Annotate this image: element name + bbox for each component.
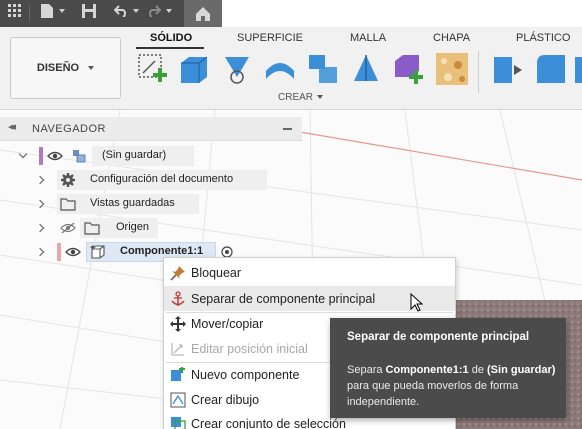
expand-chevron-down-icon[interactable] bbox=[18, 149, 28, 159]
redo-icon[interactable] bbox=[145, 4, 163, 22]
component-icon bbox=[90, 245, 105, 259]
quick-access-bar bbox=[0, 0, 222, 27]
pin-icon bbox=[170, 266, 185, 281]
tooltip-text-component: Componente1:1 bbox=[385, 364, 469, 376]
expand-chevron-right-icon[interactable] bbox=[35, 175, 45, 185]
file-icon[interactable] bbox=[38, 4, 56, 22]
selection-set-icon bbox=[171, 417, 186, 429]
menu-item-label: Mover/copiar bbox=[191, 317, 264, 331]
folder-icon bbox=[60, 198, 76, 211]
move-icon bbox=[170, 316, 186, 332]
expand-chevron-right-icon[interactable] bbox=[35, 199, 45, 209]
tree-row-origin[interactable]: Origen bbox=[0, 218, 302, 238]
component-label: Componente1:1 bbox=[120, 245, 204, 257]
hidden-eye-icon[interactable] bbox=[60, 222, 76, 234]
loft-icon[interactable] bbox=[305, 51, 341, 87]
minimize-icon[interactable] bbox=[283, 128, 292, 130]
assembly-icon bbox=[73, 150, 86, 163]
drawing-icon bbox=[170, 392, 186, 408]
tooltip-body: Separa Componente1:1 de (Sin guardar) pa… bbox=[347, 362, 557, 410]
home-icon bbox=[196, 7, 210, 21]
create-sketch-icon[interactable] bbox=[135, 51, 171, 87]
create-group-text: CREAR bbox=[278, 92, 314, 103]
create-chevron-down-icon bbox=[317, 95, 324, 100]
toolbar-divider bbox=[478, 51, 479, 93]
workspace-label: DISEÑO bbox=[36, 62, 80, 74]
tab-solido[interactable]: SÓLIDO bbox=[150, 32, 192, 44]
ribbon-toolbar: DISEÑO SÓLIDO SUPERFICIE MALLA CHAPA PLÁ… bbox=[0, 27, 582, 110]
tooltip-text-prefix: Separa bbox=[347, 364, 386, 376]
menu-item-label: Separar de componente principal bbox=[191, 292, 376, 306]
anchor-icon bbox=[171, 291, 185, 306]
visibility-eye-icon[interactable] bbox=[65, 246, 81, 258]
folder-icon bbox=[84, 222, 100, 235]
navigator-title: NAVEGADOR bbox=[32, 123, 106, 135]
new-body-icon[interactable] bbox=[391, 51, 427, 87]
menu-item-label: Crear dibujo bbox=[191, 393, 260, 407]
redo-chevron-down-icon[interactable] bbox=[166, 9, 172, 13]
tooltip: Separar de componente principal Separa C… bbox=[330, 318, 566, 418]
expand-chevron-right-icon[interactable] bbox=[35, 247, 45, 257]
undo-chevron-down-icon[interactable] bbox=[133, 9, 139, 13]
tab-superficie[interactable]: SUPERFICIE bbox=[237, 32, 303, 44]
tree-row-saved-views[interactable]: Vistas guardadas bbox=[0, 194, 302, 214]
workspace-switcher[interactable]: DISEÑO bbox=[10, 37, 121, 99]
workspace-chevron-down-icon bbox=[88, 66, 95, 70]
new-component-icon bbox=[171, 367, 185, 381]
tree-item-label: Vistas guardadas bbox=[90, 197, 175, 209]
press-pull-icon[interactable] bbox=[490, 51, 526, 87]
tree-row-document-settings[interactable]: Configuración del documento bbox=[0, 170, 302, 190]
menu-item-label: Bloquear bbox=[191, 266, 242, 280]
tooltip-title: Separar de componente principal bbox=[347, 331, 530, 343]
create-group-label[interactable]: CREAR bbox=[278, 92, 324, 103]
menu-item-label: Nuevo componente bbox=[191, 368, 300, 382]
gear-icon bbox=[61, 173, 75, 187]
tree-row-root[interactable]: (Sin guardar) bbox=[0, 146, 302, 166]
root-label: (Sin guardar) bbox=[102, 149, 167, 161]
extrude-icon[interactable] bbox=[177, 51, 213, 87]
tab-chapa[interactable]: CHAPA bbox=[433, 32, 470, 44]
edit-position-icon bbox=[171, 343, 184, 356]
fillet-icon[interactable] bbox=[533, 51, 569, 87]
insert-texture-icon[interactable] bbox=[434, 51, 470, 87]
menu-item-label: Crear conjunto de selección bbox=[191, 417, 346, 429]
mouse-cursor-icon bbox=[410, 293, 424, 312]
save-icon[interactable] bbox=[80, 4, 98, 22]
navigator-header: ◂◂ NAVEGADOR bbox=[0, 117, 302, 141]
menu-item-label: Editar posición inicial bbox=[191, 342, 308, 356]
qa-divider bbox=[29, 5, 30, 22]
tab-malla[interactable]: MALLA bbox=[350, 32, 386, 44]
menu-item-bloquear[interactable]: Bloquear bbox=[164, 260, 455, 285]
revolve-icon[interactable] bbox=[219, 51, 255, 87]
home-button[interactable] bbox=[184, 0, 222, 27]
visibility-eye-icon[interactable] bbox=[47, 150, 63, 162]
root-color-marker bbox=[39, 147, 43, 165]
tree-item-label: Configuración del documento bbox=[90, 173, 234, 185]
rib-icon[interactable] bbox=[348, 51, 384, 87]
tab-plastico[interactable]: PLÁSTICO bbox=[516, 32, 570, 44]
active-tab-indicator bbox=[136, 47, 204, 49]
tree-item-label: Origen bbox=[116, 221, 150, 233]
sweep-icon[interactable] bbox=[262, 51, 298, 87]
collapse-panel-icon[interactable]: ◂◂ bbox=[8, 120, 16, 133]
undo-icon[interactable] bbox=[112, 4, 130, 22]
component-color-marker bbox=[57, 243, 61, 261]
file-menu-chevron-down-icon[interactable] bbox=[59, 9, 65, 13]
chamfer-icon[interactable] bbox=[575, 51, 582, 87]
tooltip-text-mid: de bbox=[468, 364, 488, 376]
grid-menu-icon[interactable] bbox=[6, 4, 24, 22]
tooltip-text-suffix: para que pueda moverlos de forma indepen… bbox=[347, 380, 519, 408]
expand-chevron-right-icon[interactable] bbox=[35, 223, 45, 233]
tooltip-text-parent: (Sin guardar) bbox=[487, 364, 556, 376]
